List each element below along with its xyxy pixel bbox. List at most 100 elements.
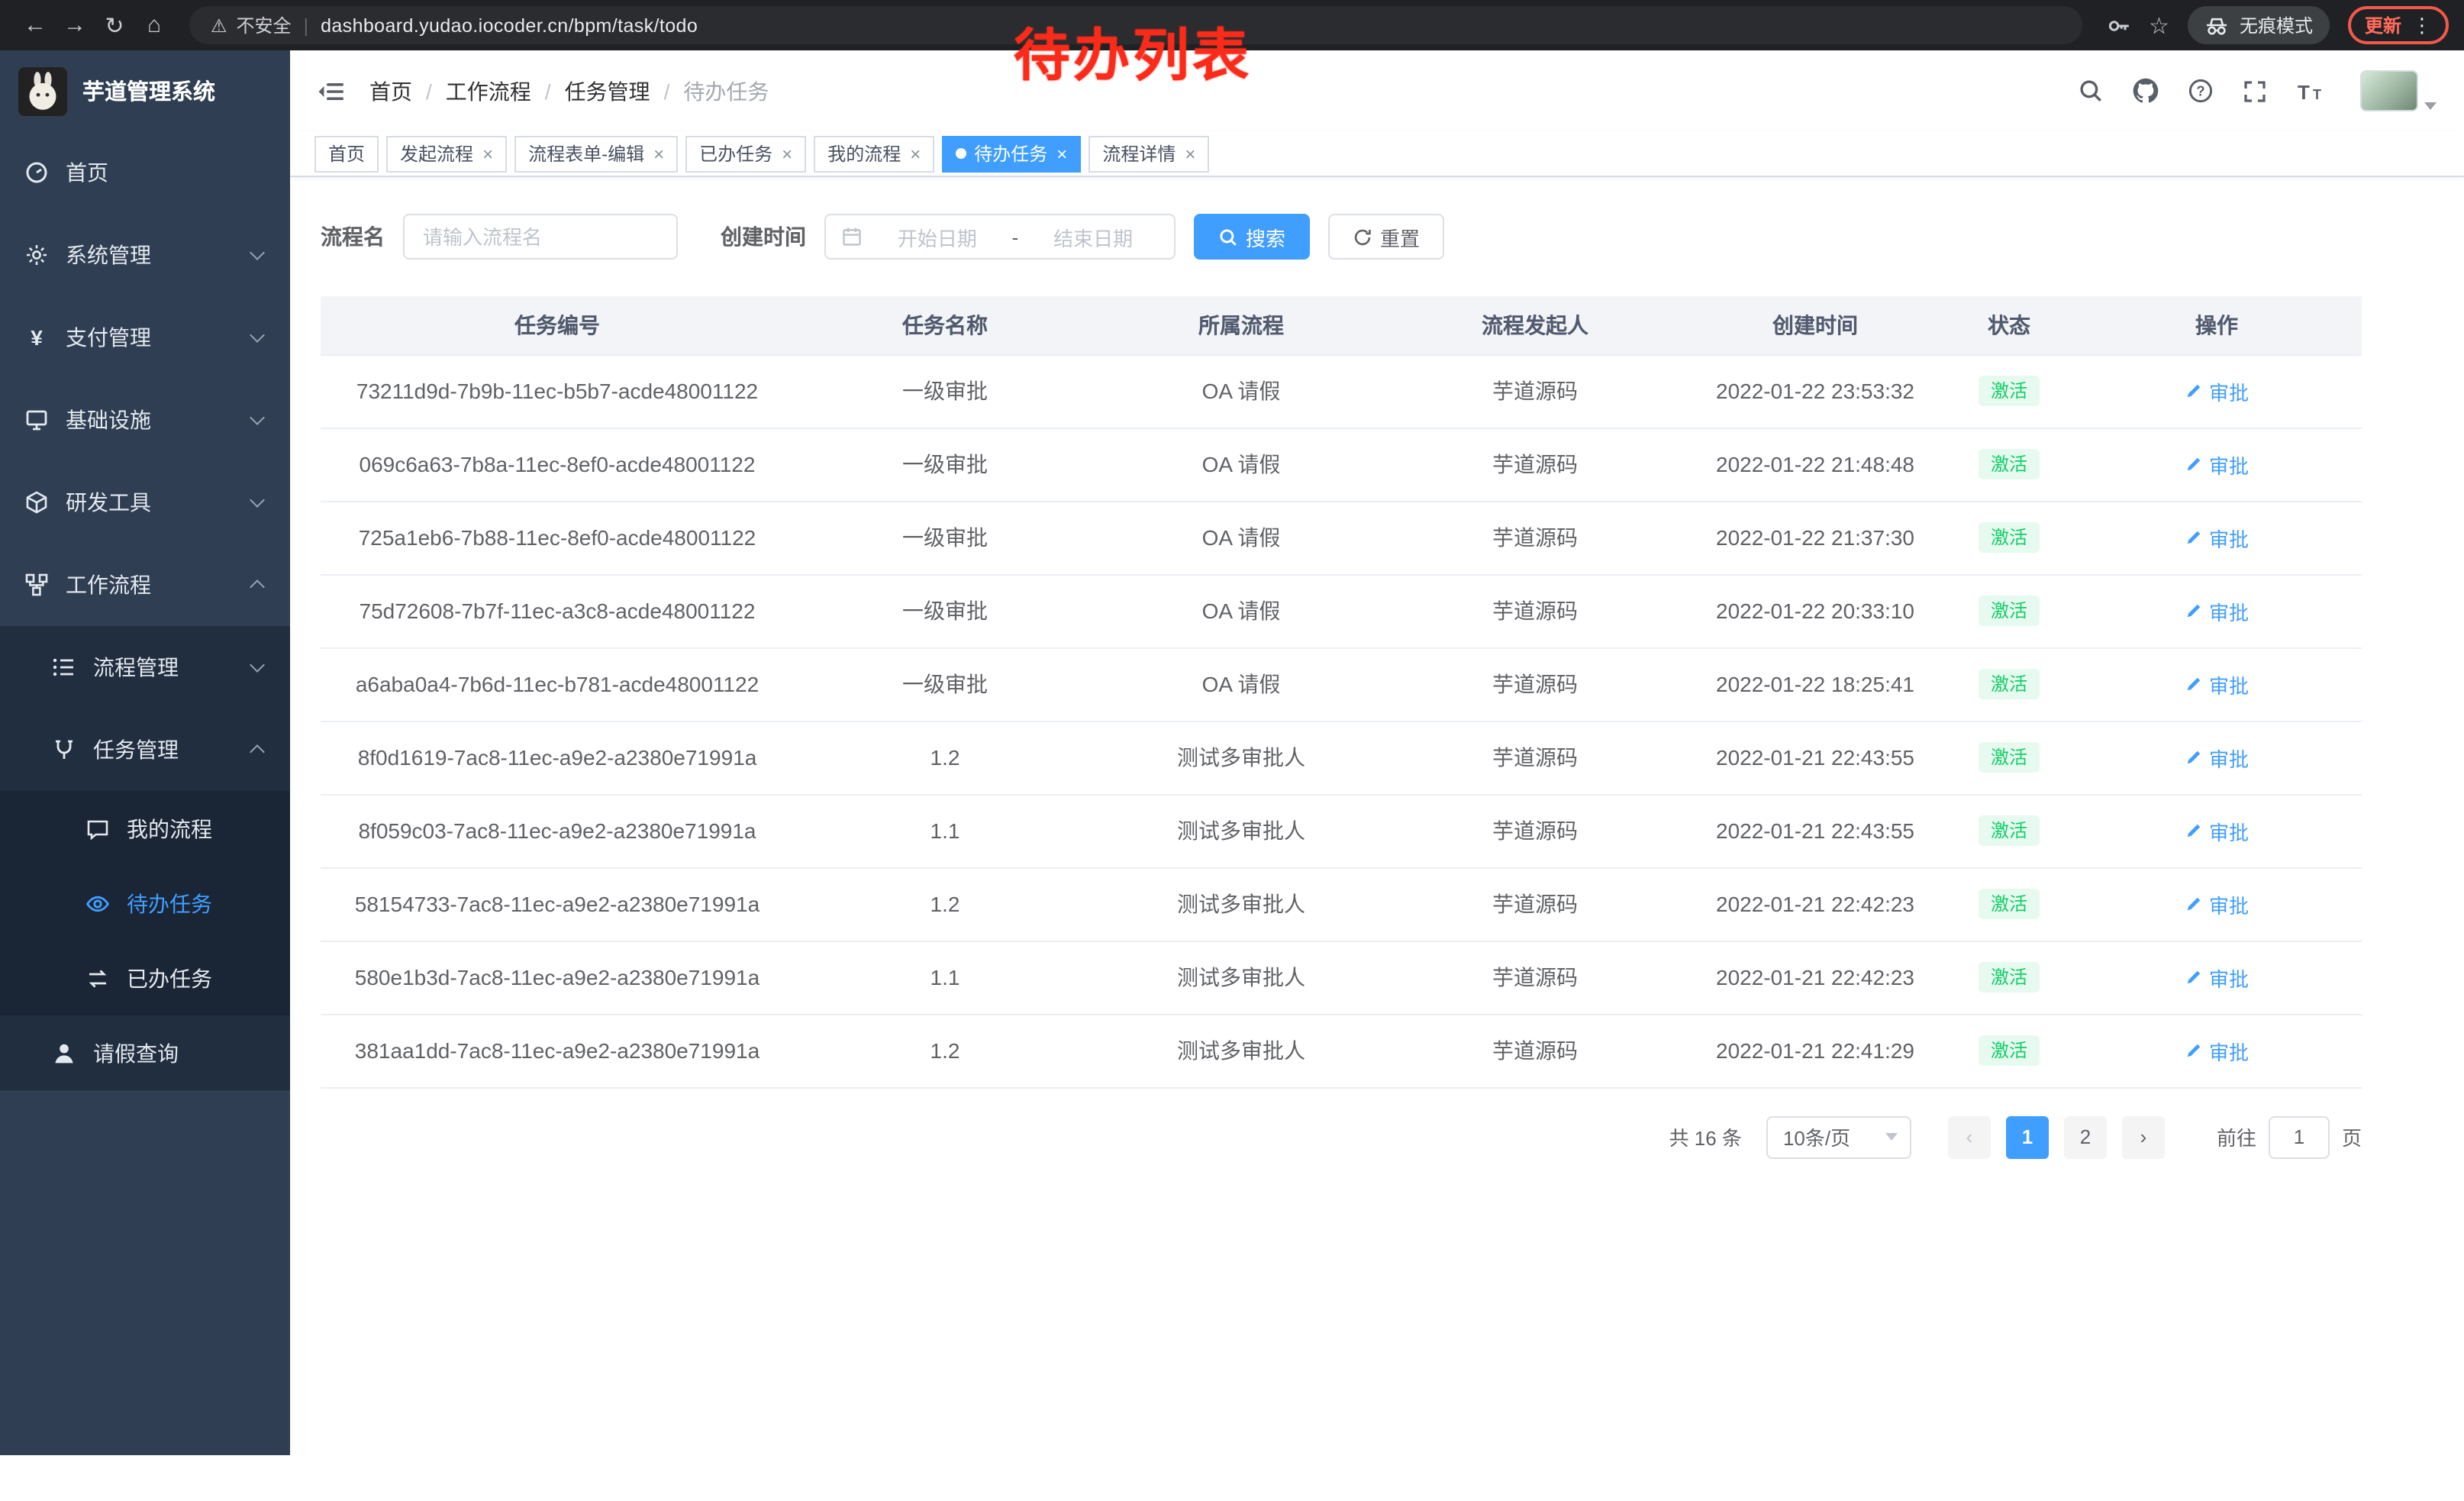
approve-link[interactable]: 审批	[2185, 963, 2249, 992]
browser-back-icon[interactable]: ←	[15, 5, 55, 45]
sidebar-item-infrastructure[interactable]: 基础设施	[0, 379, 290, 461]
sidebar-item-my-processes[interactable]: 我的流程	[0, 791, 290, 866]
search-icon[interactable]	[2078, 78, 2104, 104]
table-row: 069c6a63-7b8a-11ec-8ef0-acde48001122 一级审…	[321, 428, 2362, 501]
task-id-text: 580e1b3d-7ac8-11ec-a9e2-a2380e71991a	[355, 965, 760, 989]
date-range-picker[interactable]: 开始日期 - 结束日期	[824, 214, 1176, 260]
close-icon[interactable]: ×	[482, 143, 493, 164]
browser-home-icon[interactable]: ⌂	[134, 5, 174, 45]
sidebar-item-label: 支付管理	[66, 322, 151, 353]
cell-task-name: 一级审批	[794, 428, 1096, 501]
approve-label: 审批	[2209, 889, 2249, 918]
browser-update-chip[interactable]: 更新 ⋮	[2348, 6, 2449, 44]
task-id-text: 8f059c03-7ac8-11ec-a9e2-a2380e71991a	[358, 818, 756, 843]
close-icon[interactable]: ×	[653, 143, 664, 164]
goto-page-input[interactable]	[2269, 1115, 2330, 1158]
tab-label: 流程表单-编辑	[528, 140, 644, 166]
cell-status: 激活	[1946, 354, 2072, 428]
process-name-label: 流程名	[321, 221, 385, 252]
cell-task-id: 58154733-7ac8-11ec-a9e2-a2380e71991a	[321, 867, 794, 941]
sidebar-item-workflow[interactable]: 工作流程	[0, 544, 290, 626]
svg-text:T: T	[2313, 86, 2321, 102]
browser-forward-icon[interactable]: →	[55, 5, 95, 45]
incognito-chip[interactable]: 无痕模式	[2188, 6, 2330, 44]
approve-link[interactable]: 审批	[2185, 376, 2249, 405]
process-text: 测试多审批人	[1177, 1038, 1305, 1063]
sidebar-item-done-tasks[interactable]: 已办任务	[0, 941, 290, 1015]
prev-page-button[interactable]: ‹	[1948, 1115, 1991, 1158]
sidebar-item-label: 系统管理	[66, 240, 151, 270]
next-page-button[interactable]: ›	[2122, 1115, 2165, 1158]
page-size-select[interactable]: 10条/页	[1766, 1115, 1911, 1158]
tab-process-form-edit[interactable]: 流程表单-编辑 ×	[514, 135, 678, 172]
sidebar-item-home[interactable]: 首页	[0, 131, 290, 214]
search-button[interactable]: 搜索	[1194, 214, 1310, 260]
user-avatar[interactable]	[2360, 70, 2418, 111]
sidebar-item-devtools[interactable]: 研发工具	[0, 461, 290, 544]
status-badge: 激活	[1979, 962, 2040, 993]
approve-link[interactable]: 审批	[2185, 450, 2249, 479]
tab-todo-tasks[interactable]: 待办任务 ×	[942, 135, 1081, 172]
tab-start-process[interactable]: 发起流程 ×	[386, 135, 507, 172]
security-warning[interactable]: ⚠ 不安全	[211, 12, 292, 38]
cell-action: 审批	[2072, 428, 2362, 501]
cell-task-id: 73211d9d-7b9b-11ec-b5b7-acde48001122	[321, 354, 794, 428]
sidebar-item-leave-query[interactable]: 请假查询	[0, 1015, 290, 1090]
font-size-icon[interactable]: TT	[2296, 79, 2325, 103]
page-button-1[interactable]: 1	[2006, 1115, 2049, 1158]
tab-my-processes[interactable]: 我的流程 ×	[814, 135, 934, 172]
browser-reload-icon[interactable]: ↻	[95, 5, 134, 45]
page-size-value: 10条/页	[1783, 1122, 1850, 1151]
approve-link[interactable]: 审批	[2185, 889, 2249, 918]
sidebar-item-system[interactable]: 系统管理	[0, 214, 290, 296]
column-status: 状态	[1946, 296, 2072, 354]
tab-done-tasks[interactable]: 已办任务 ×	[685, 135, 806, 172]
cell-task-id: 381aa1dd-7ac8-11ec-a9e2-a2380e71991a	[321, 1014, 794, 1087]
pencil-icon	[2185, 528, 2203, 547]
cell-task-name: 1.2	[794, 721, 1096, 794]
breadcrumb-item-home[interactable]: 首页	[369, 76, 412, 106]
sidebar: 芋道管理系统 首页 系统管理 ¥ 支付管理 基础设施	[0, 50, 290, 1455]
cell-process: OA 请假	[1096, 574, 1386, 647]
cell-status: 激活	[1946, 941, 2072, 1014]
reset-button[interactable]: 重置	[1328, 214, 1444, 260]
page-button-2[interactable]: 2	[2064, 1115, 2107, 1158]
sidebar-item-todo-tasks[interactable]: 待办任务	[0, 866, 290, 941]
close-icon[interactable]: ×	[1185, 143, 1195, 164]
tab-process-detail[interactable]: 流程详情 ×	[1088, 135, 1209, 172]
reset-button-label: 重置	[1380, 222, 1420, 251]
task-id-text: 381aa1dd-7ac8-11ec-a9e2-a2380e71991a	[355, 1038, 760, 1063]
breadcrumb-item-workflow[interactable]: 工作流程	[446, 76, 531, 106]
approve-link[interactable]: 审批	[2185, 596, 2249, 625]
sidebar-toggle-icon[interactable]	[318, 79, 345, 103]
cell-status: 激活	[1946, 428, 2072, 501]
sidebar-item-payment[interactable]: ¥ 支付管理	[0, 296, 290, 379]
task-name-text: 1.2	[930, 745, 960, 770]
approve-link[interactable]: 审批	[2185, 1036, 2249, 1065]
chevron-down-icon	[250, 492, 265, 508]
close-icon[interactable]: ×	[782, 143, 792, 164]
browser-actions: ☆ 无痕模式 更新 ⋮	[2106, 6, 2449, 44]
sidebar-item-task-management[interactable]: 任务管理	[0, 709, 290, 791]
pencil-icon	[2185, 1041, 2203, 1060]
approve-link[interactable]: 审批	[2185, 670, 2249, 699]
breadcrumb-item-task-management[interactable]: 任务管理	[565, 76, 650, 106]
approve-link[interactable]: 审批	[2185, 816, 2249, 845]
close-icon[interactable]: ×	[910, 143, 921, 164]
sidebar-item-process-management[interactable]: 流程管理	[0, 626, 290, 709]
browser-menu-icon[interactable]: ⋮	[2412, 13, 2432, 37]
fork-icon	[52, 738, 76, 762]
approve-link[interactable]: 审批	[2185, 743, 2249, 772]
created-time-text: 2022-01-21 22:41:29	[1716, 1038, 1914, 1063]
approve-link[interactable]: 审批	[2185, 523, 2249, 552]
tab-home[interactable]: 首页	[314, 135, 379, 172]
pagination-total: 共 16 条	[1669, 1122, 1742, 1151]
password-key-icon[interactable]	[2106, 13, 2130, 37]
close-icon[interactable]: ×	[1056, 143, 1067, 164]
help-icon[interactable]: ?	[2188, 78, 2214, 104]
fullscreen-icon[interactable]	[2243, 79, 2267, 103]
bookmark-star-icon[interactable]: ☆	[2149, 11, 2169, 39]
process-name-input[interactable]	[403, 214, 678, 260]
github-icon[interactable]	[2133, 78, 2159, 104]
cell-created: 2022-01-21 22:42:23	[1684, 941, 1946, 1014]
